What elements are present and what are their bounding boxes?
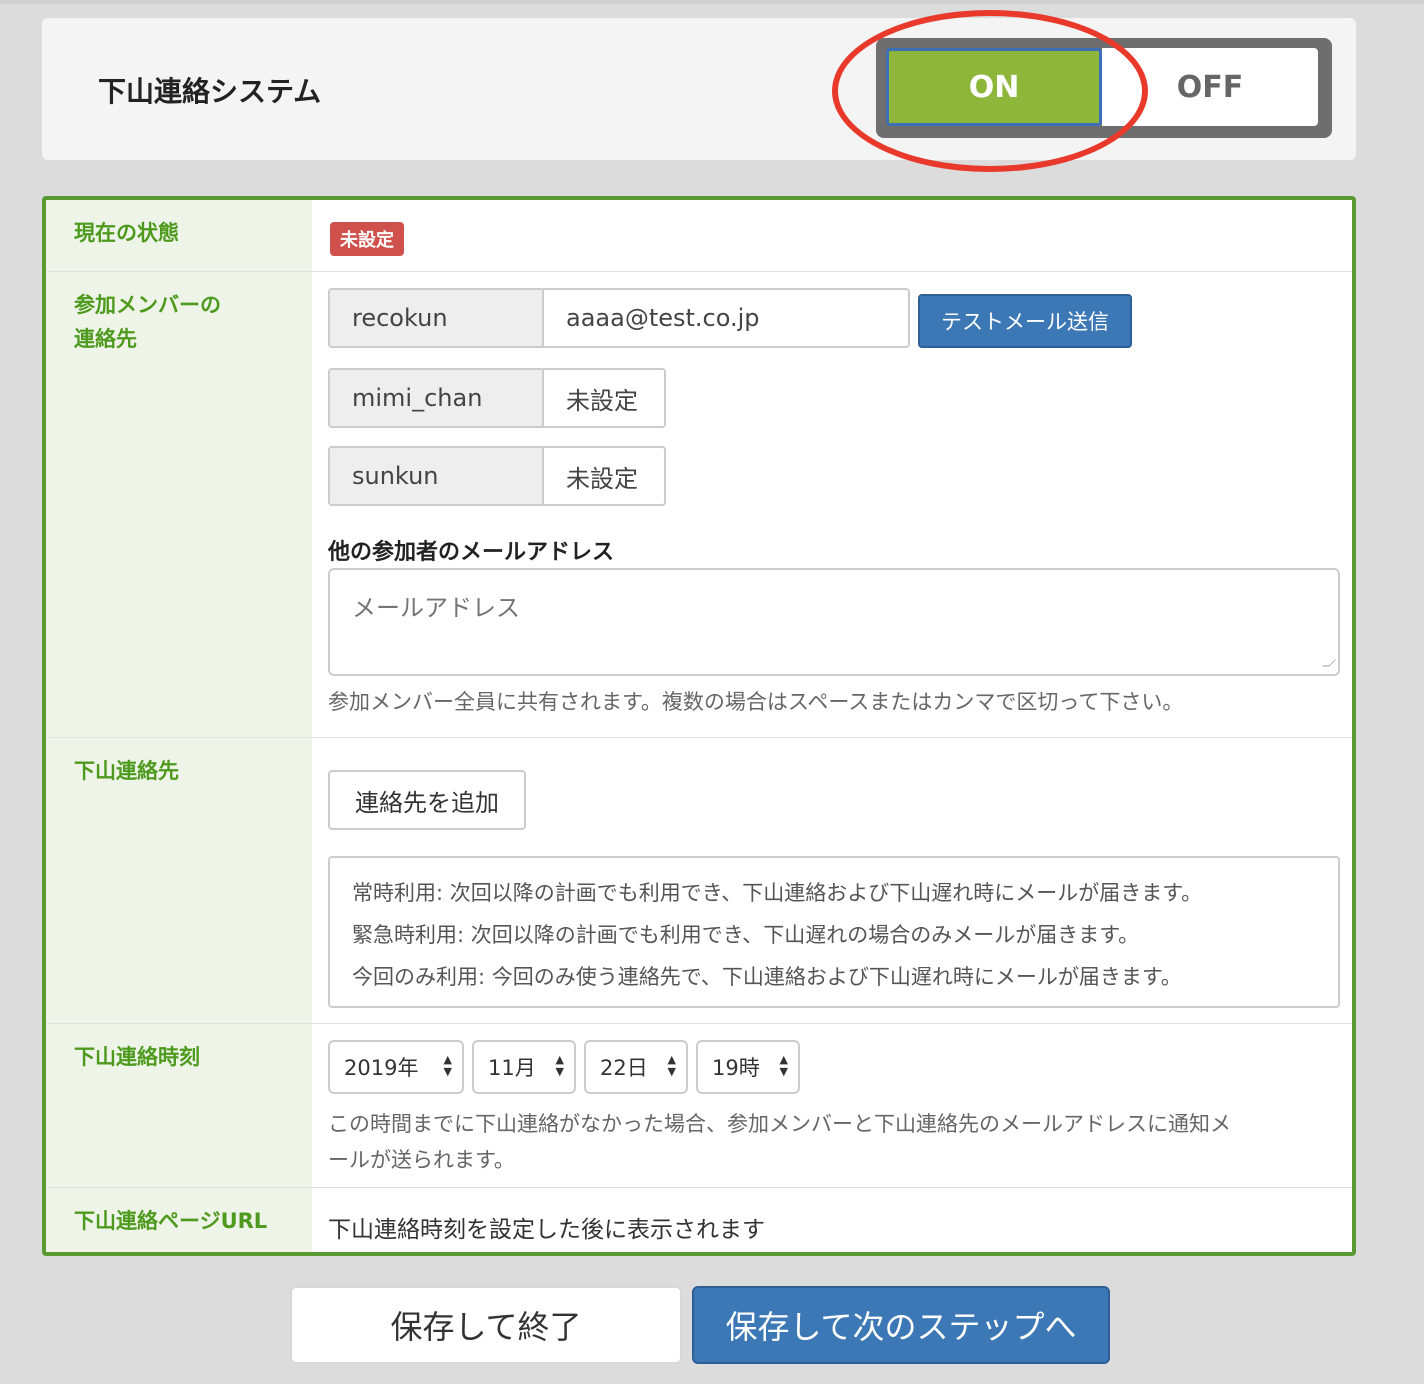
member-name: recokun (330, 290, 544, 346)
contact-types-info: 常時利用: 次回以降の計画でも利用でき、下山連絡および下山遅れ時にメールが届きま… (328, 856, 1340, 1008)
member-name: mimi_chan (330, 370, 544, 426)
descent-time-label: 下山連絡時刻 (46, 1024, 312, 1187)
system-header-panel: 下山連絡システム ON OFF (42, 18, 1356, 160)
other-emails-textarea[interactable] (328, 568, 1340, 676)
other-emails-help: 参加メンバー全員に共有されます。複数の場合はスペースまたはカンマで区切って下さい… (328, 690, 1184, 714)
members-row: 参加メンバーの 連絡先 recokun aaaa@test.co.jp テストメ… (46, 272, 1352, 738)
descent-url-label: 下山連絡ページURL (46, 1188, 312, 1252)
contacts-row: 下山連絡先 連絡先を追加 常時利用: 次回以降の計画でも利用でき、下山連絡および… (46, 738, 1352, 1024)
info-line: 緊急時利用: 次回以降の計画でも利用でき、下山遅れの場合のみメールが届きます。 (352, 923, 1140, 947)
status-label: 現在の状態 (46, 200, 312, 271)
month-select[interactable]: 11月 ▲ ▼ (472, 1040, 576, 1094)
month-value: 11月 (488, 1056, 536, 1080)
help-line: この時間までに下山連絡がなかった場合、参加メンバーと下山連絡先のメールアドレスに… (328, 1112, 1231, 1136)
select-arrows-icon: ▲ ▼ (555, 1053, 564, 1078)
status-row: 現在の状態 未設定 (46, 200, 1352, 272)
save-and-exit-button[interactable]: 保存して終了 (290, 1286, 682, 1364)
hour-select[interactable]: 19時 ▲ ▼ (696, 1040, 800, 1094)
info-line: 今回のみ利用: 今回のみ使う連絡先で、下山連絡および下山遅れ時にメールが届きます… (352, 965, 1182, 989)
select-arrows-icon: ▲ ▼ (779, 1053, 788, 1078)
top-strip (0, 0, 1424, 4)
select-arrows-icon: ▲ ▼ (667, 1053, 676, 1078)
year-select[interactable]: 2019年 ▲ ▼ (328, 1040, 464, 1094)
member-email: aaaa@test.co.jp (544, 290, 908, 346)
member-name: sunkun (330, 448, 544, 504)
toggle-on-button[interactable]: ON (886, 48, 1102, 126)
members-label-line2: 連絡先 (74, 327, 137, 351)
help-line: ールが送られます。 (328, 1148, 515, 1172)
save-and-next-button[interactable]: 保存して次のステップへ (692, 1286, 1110, 1364)
descent-time-row: 下山連絡時刻 2019年 ▲ ▼ 11月 ▲ ▼ 22日 ▲ ▼ 19時 ▲ ▼ この時… (46, 1024, 1352, 1188)
descent-url-row: 下山連絡ページURL 下山連絡時刻を設定した後に表示されます (46, 1188, 1352, 1252)
hour-value: 19時 (712, 1056, 760, 1080)
descent-url-text: 下山連絡時刻を設定した後に表示されます (328, 1217, 765, 1243)
members-label-line1: 参加メンバーの (74, 293, 221, 317)
page-title: 下山連絡システム (98, 75, 322, 108)
select-arrows-icon: ▲ ▼ (443, 1053, 452, 1078)
day-value: 22日 (600, 1056, 648, 1080)
member-entry: sunkun 未設定 (328, 446, 666, 506)
add-contact-button[interactable]: 連絡先を追加 (328, 770, 526, 830)
toggle-off-button[interactable]: OFF (1102, 48, 1318, 126)
member-entry: recokun aaaa@test.co.jp (328, 288, 910, 348)
status-badge: 未設定 (330, 222, 404, 256)
contacts-label: 下山連絡先 (46, 738, 312, 1023)
test-mail-button[interactable]: テストメール送信 (918, 294, 1132, 348)
descent-time-help: この時間までに下山連絡がなかった場合、参加メンバーと下山連絡先のメールアドレスに… (328, 1106, 1231, 1178)
day-select[interactable]: 22日 ▲ ▼ (584, 1040, 688, 1094)
year-value: 2019年 (344, 1056, 419, 1080)
info-line: 常時利用: 次回以降の計画でも利用でき、下山連絡および下山遅れ時にメールが届きま… (352, 881, 1203, 905)
on-off-toggle: ON OFF (876, 38, 1332, 138)
members-label: 参加メンバーの 連絡先 (46, 272, 312, 737)
member-email: 未設定 (544, 448, 664, 504)
member-entry: mimi_chan 未設定 (328, 368, 666, 428)
other-participants-heading: 他の参加者のメールアドレス (328, 540, 615, 565)
settings-form: 現在の状態 未設定 参加メンバーの 連絡先 recokun aaaa@test.… (42, 196, 1356, 1256)
member-email: 未設定 (544, 370, 664, 426)
